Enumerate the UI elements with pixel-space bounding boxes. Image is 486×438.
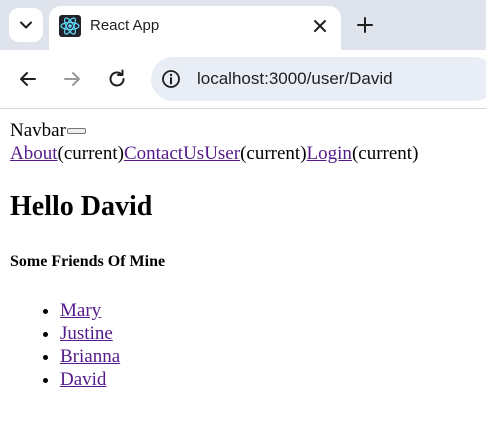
list-item: David xyxy=(60,368,120,391)
nav-link-contactus[interactable]: ContactUs xyxy=(124,143,204,164)
page-content: Navbar About(current)ContactUsUser(curre… xyxy=(10,119,480,390)
friend-link-brianna[interactable]: Brianna xyxy=(60,346,120,367)
browser-tab[interactable]: React App xyxy=(49,6,341,50)
navbar-toggler-button[interactable] xyxy=(66,128,86,134)
friends-subheading: Some Friends Of Mine xyxy=(10,253,166,270)
plus-icon[interactable] xyxy=(355,15,375,35)
nav-link-about[interactable]: About xyxy=(10,143,58,164)
tab-title: React App xyxy=(90,17,160,34)
list-item: Justine xyxy=(60,322,120,345)
friend-link-justine[interactable]: Justine xyxy=(60,323,113,344)
nav-current-marker: (current) xyxy=(57,143,124,164)
nav-current-marker: (current) xyxy=(240,143,307,164)
chevron-down-icon xyxy=(20,21,32,29)
browser-toolbar: localhost:3000/user/David xyxy=(0,50,486,109)
list-item: Brianna xyxy=(60,345,120,368)
friend-link-mary[interactable]: Mary xyxy=(60,300,101,321)
list-item: Mary xyxy=(60,299,120,322)
friend-link-david[interactable]: David xyxy=(60,369,106,390)
info-icon[interactable] xyxy=(161,69,181,89)
url-text[interactable]: localhost:3000/user/David xyxy=(197,68,393,90)
nav-link-user[interactable]: User xyxy=(204,143,240,164)
reload-icon[interactable] xyxy=(106,68,128,90)
react-logo-icon xyxy=(59,15,81,37)
arrow-left-icon[interactable] xyxy=(17,68,39,90)
page-heading: Hello David xyxy=(10,191,153,222)
address-bar[interactable]: localhost:3000/user/David xyxy=(151,57,486,101)
nav-link-login[interactable]: Login xyxy=(307,143,352,164)
navbar-brand[interactable]: Navbar xyxy=(10,120,66,141)
tab-search-button[interactable] xyxy=(9,8,43,42)
nav-current-marker: (current) xyxy=(351,143,419,164)
friends-list: Mary Justine Brianna David xyxy=(10,299,120,391)
close-icon[interactable] xyxy=(311,17,329,35)
navbar: Navbar xyxy=(10,119,480,142)
nav-links: About(current)ContactUsUser(current)Logi… xyxy=(10,142,480,165)
arrow-right-icon[interactable] xyxy=(61,68,83,90)
tab-strip: React App xyxy=(0,0,486,50)
